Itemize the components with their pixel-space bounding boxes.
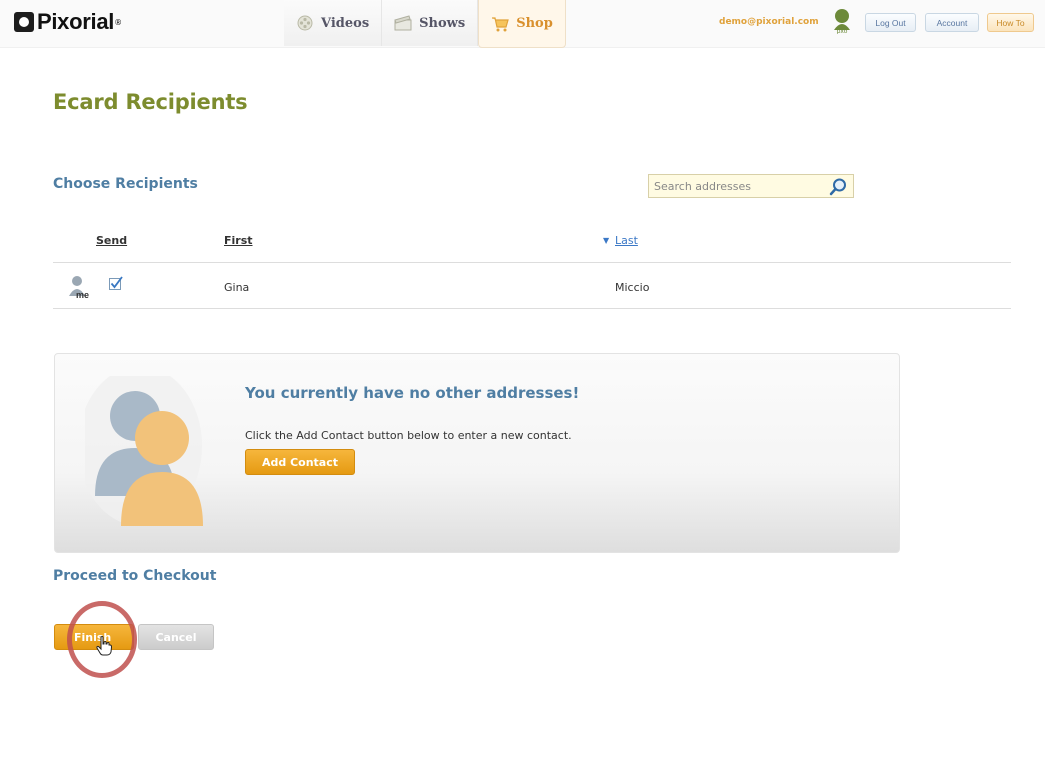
no-addresses-title: You currently have no other addresses! [245,384,580,402]
checkout-heading: Proceed to Checkout [53,568,217,584]
page-title: Ecard Recipients [53,90,248,114]
sort-descending-icon: ▼ [603,236,610,245]
cell-last-name: Miccio [615,281,650,294]
tab-shows[interactable]: Shows [382,0,479,46]
user-email-link[interactable]: demo@pixorial.com [719,17,819,27]
search-icon[interactable] [828,177,848,197]
main-nav: Videos Shows Shop [284,0,566,48]
choose-recipients-heading: Choose Recipients [53,176,198,192]
account-button[interactable]: Account [925,13,979,32]
top-header: Pixorial ® Videos Shows Shop demo@pixori… [0,0,1045,48]
me-badge: me [76,290,90,300]
send-checkbox[interactable] [109,276,123,290]
tab-shop-label: Shop [516,16,553,31]
add-contact-button[interactable]: Add Contact [245,449,355,475]
search-input[interactable] [649,176,824,196]
tab-shows-label: Shows [419,15,466,31]
column-header-first[interactable]: First [224,234,253,247]
cell-first-name: Gina [224,281,250,294]
cancel-button[interactable]: Cancel [138,624,214,650]
logout-button[interactable]: Log Out [865,13,916,32]
column-header-last[interactable]: Last [615,234,638,247]
tab-videos-label: Videos [321,15,370,31]
clapperboard-icon [394,15,412,31]
finish-button[interactable]: Finish [54,624,134,650]
user-avatar-icon[interactable]: pxo [832,8,852,34]
logo-text: Pixorial [37,9,115,34]
table-divider-top [53,262,1011,263]
shopping-cart-icon [492,16,509,31]
tab-shop[interactable]: Shop [478,0,566,48]
no-addresses-text: Click the Add Contact button below to en… [245,429,572,442]
search-box [648,174,854,198]
contacts-people-icon [85,376,203,526]
film-reel-icon [297,15,313,31]
no-addresses-panel: You currently have no other addresses! C… [54,353,900,553]
column-header-send[interactable]: Send [96,234,127,247]
pixorial-logo[interactable]: Pixorial ® [14,9,122,35]
how-to-button[interactable]: How To [987,13,1034,32]
logo-mark-icon [14,12,34,32]
tab-videos[interactable]: Videos [284,0,383,46]
avatar-initials: pxo [837,28,848,34]
logo-registered: ® [114,17,123,27]
table-divider-bottom [53,308,1011,309]
